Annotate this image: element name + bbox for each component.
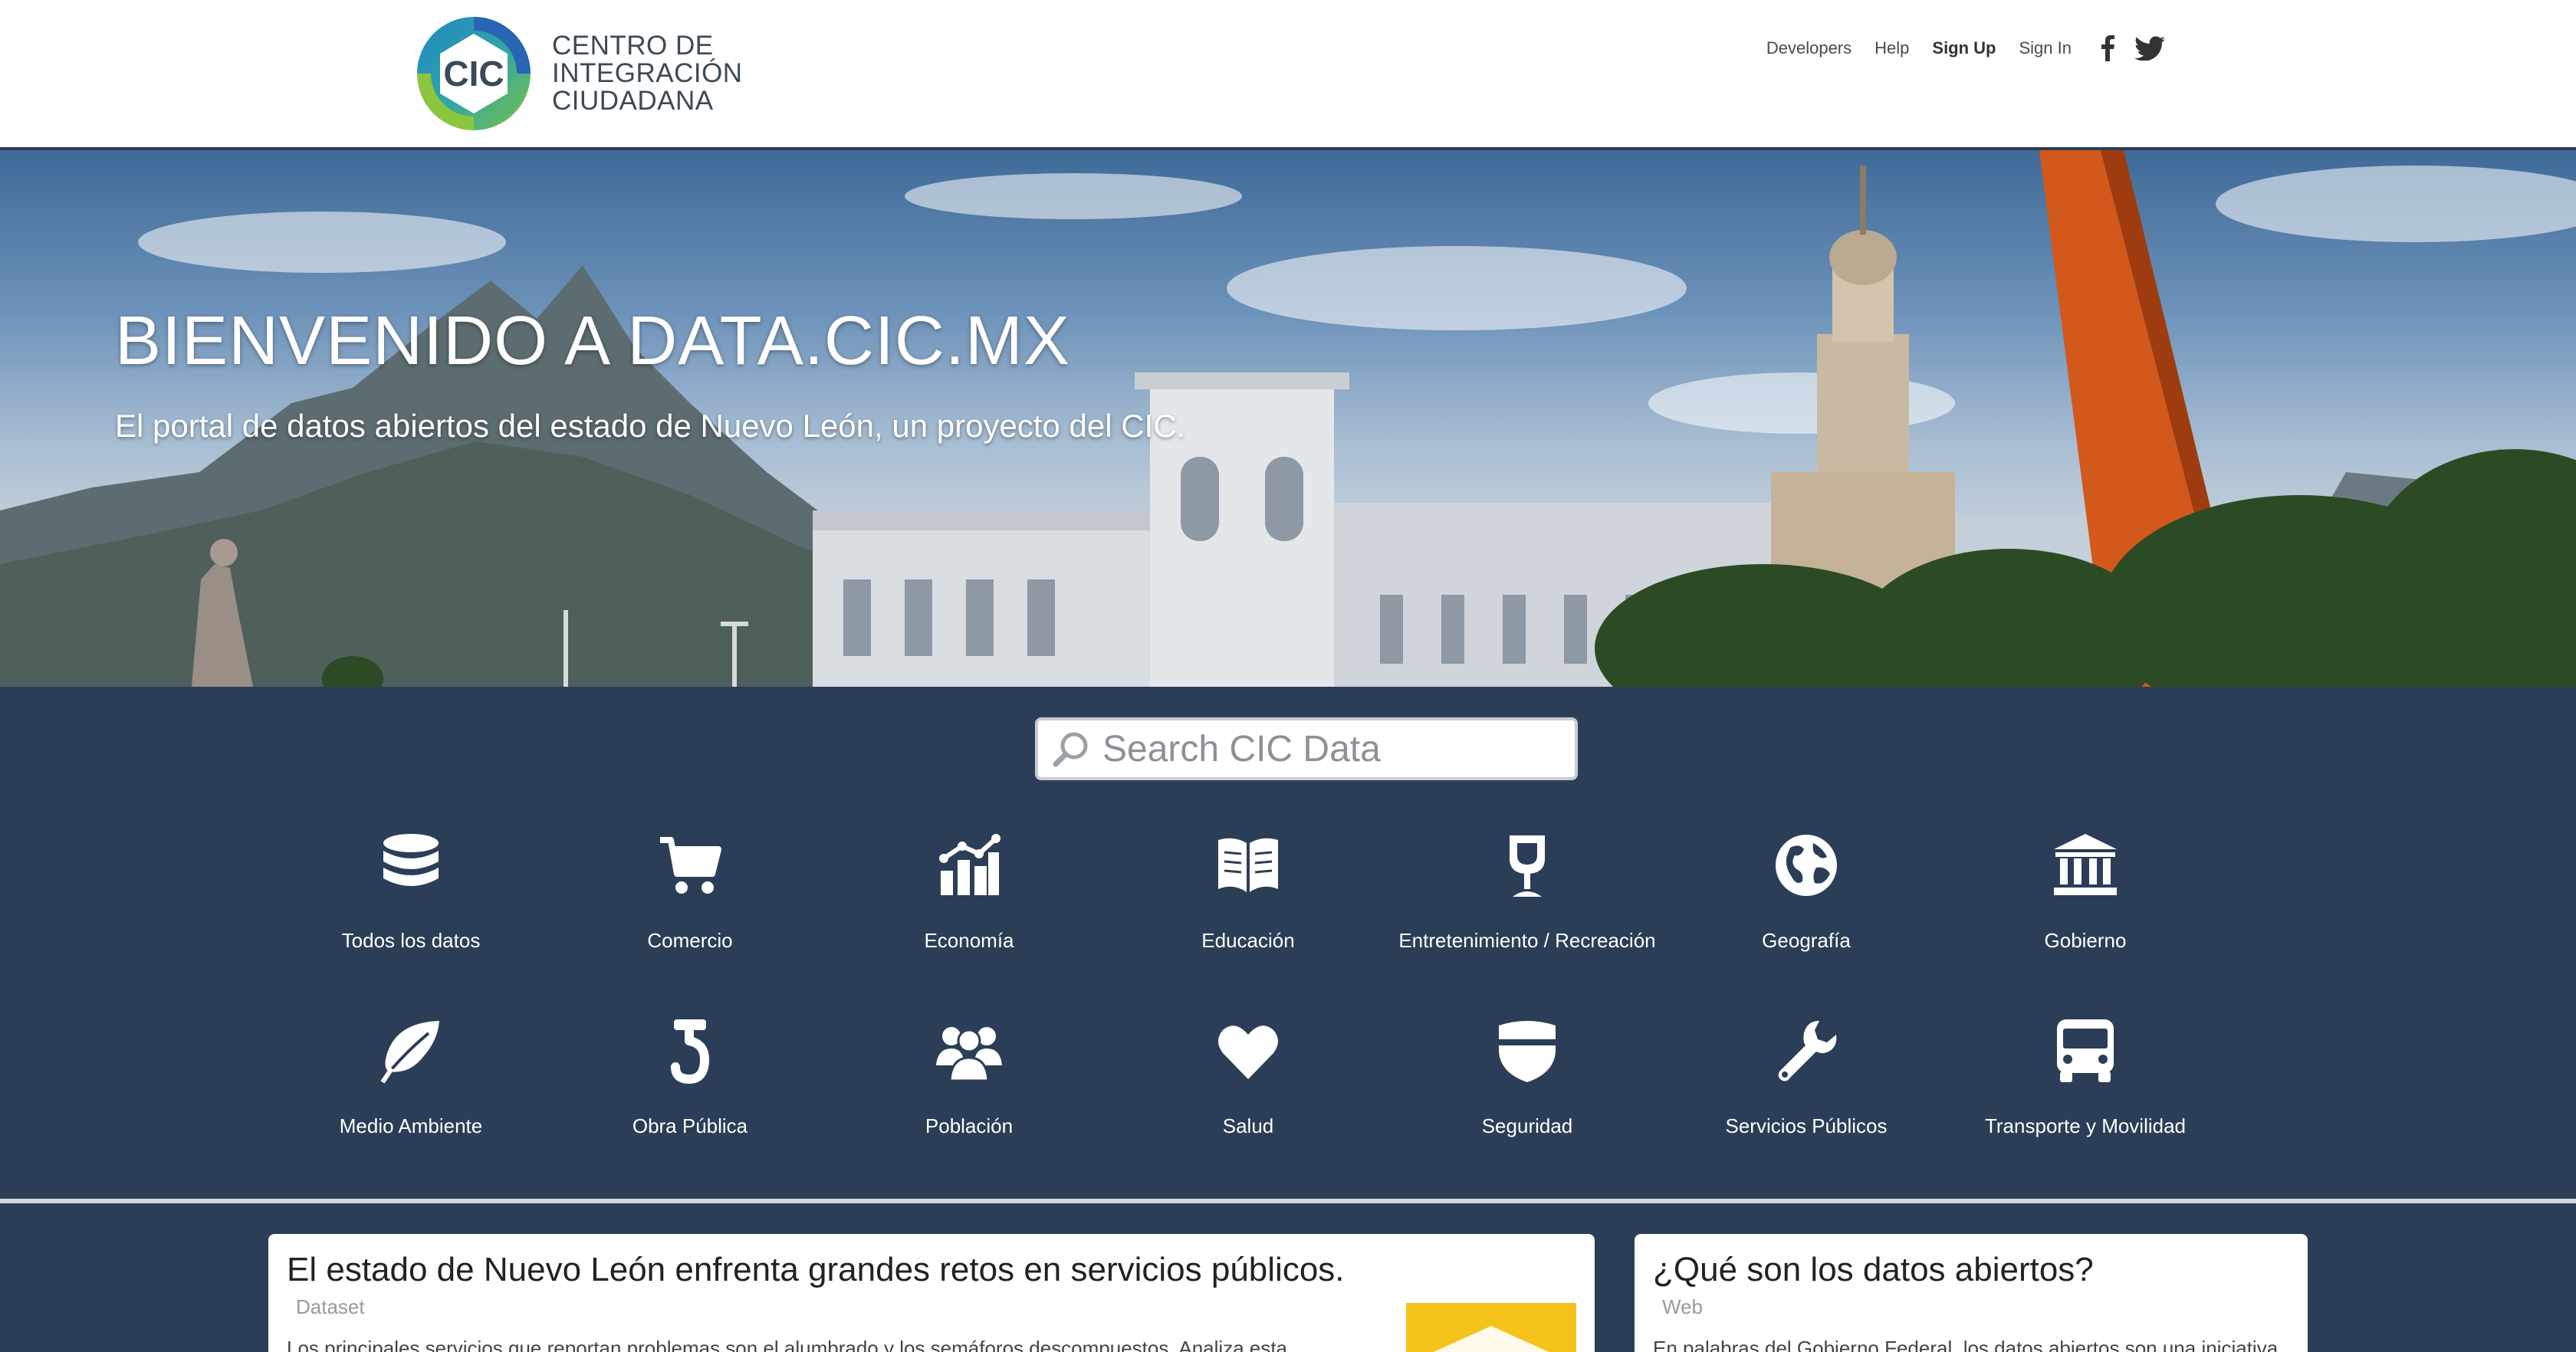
- logo-line-2: INTEGRACIÓN: [552, 58, 743, 88]
- hero-subtitle: El portal de datos abiertos del estado d…: [115, 408, 1186, 444]
- growth-chart-icon: [939, 834, 1001, 895]
- section-divider: [0, 1199, 2576, 1203]
- shopping-cart-icon: [660, 837, 721, 894]
- open-data-card[interactable]: ¿Qué son los datos abiertos? Web En pala…: [1635, 1234, 2308, 1352]
- category-poblacion[interactable]: Población: [830, 1018, 1109, 1138]
- hero-title: BIENVENIDO A DATA.CIC.MX: [115, 303, 1070, 379]
- logo-line-1: CENTRO DE: [552, 31, 714, 61]
- category-todos-los-datos[interactable]: Todos los datos: [271, 832, 550, 953]
- facebook-icon[interactable]: [2101, 35, 2114, 61]
- card-title[interactable]: El estado de Nuevo León enfrenta grandes…: [287, 1251, 1345, 1289]
- signin-link[interactable]: Sign In: [2019, 38, 2072, 58]
- category-entretenimiento[interactable]: Entretenimiento / Recreación: [1388, 832, 1667, 953]
- search-box[interactable]: [1035, 717, 1578, 780]
- category-gobierno[interactable]: Gobierno: [1946, 832, 2225, 953]
- developers-link[interactable]: Developers: [1766, 38, 1852, 58]
- category-label: Entretenimiento / Recreación: [1398, 929, 1656, 952]
- category-label: Servicios Públicos: [1725, 1114, 1888, 1137]
- category-salud[interactable]: Salud: [1109, 1018, 1388, 1138]
- help-link[interactable]: Help: [1875, 38, 1909, 58]
- category-label: Medio Ambiente: [339, 1114, 483, 1137]
- site-header: CIC CENTRO DE INTEGRACIÓN CIUDADANA Deve…: [0, 0, 2576, 149]
- logo-text: CENTRO DE INTEGRACIÓN CIUDADANA: [552, 32, 743, 115]
- category-economia[interactable]: Economía: [830, 832, 1109, 953]
- card-type-label: Dataset: [296, 1295, 365, 1318]
- globe-icon: [1776, 835, 1837, 896]
- category-geografia[interactable]: Geografía: [1667, 832, 1946, 953]
- wrench-icon: [1778, 1021, 1837, 1081]
- people-icon: [936, 1027, 1002, 1082]
- crane-hook-icon: [671, 1019, 710, 1084]
- svg-text:CIC: CIC: [443, 54, 504, 94]
- category-label: Obra Pública: [632, 1114, 748, 1137]
- category-label: Economía: [924, 929, 1014, 952]
- leaf-icon: [380, 1021, 439, 1084]
- category-educacion[interactable]: Educación: [1109, 832, 1388, 953]
- category-label: Geografía: [1762, 929, 1851, 952]
- card-type-label: Web: [1662, 1295, 1703, 1318]
- category-medio-ambiente[interactable]: Medio Ambiente: [271, 1018, 550, 1138]
- category-label: Seguridad: [1481, 1114, 1573, 1137]
- card-title[interactable]: ¿Qué son los datos abiertos?: [1653, 1251, 2094, 1289]
- category-label: Todos los datos: [341, 929, 481, 952]
- wine-glass-icon: [1510, 835, 1545, 897]
- search-icon: [1053, 732, 1088, 767]
- signup-link[interactable]: Sign Up: [1932, 38, 1996, 58]
- category-label: Transporte y Movilidad: [1984, 1114, 2187, 1137]
- logo-line-3: CIUDADANA: [552, 86, 714, 116]
- twitter-icon[interactable]: [2134, 36, 2165, 61]
- card-excerpt: En palabras del Gobierno Federal, los da…: [1653, 1337, 2279, 1352]
- heart-icon: [1218, 1025, 1278, 1079]
- hero-banner: BIENVENIDO A DATA.CIC.MX El portal de da…: [0, 150, 2576, 687]
- category-label: Gobierno: [2044, 929, 2127, 952]
- category-label: Educación: [1201, 929, 1295, 952]
- category-transporte[interactable]: Transporte y Movilidad: [1946, 1018, 2225, 1138]
- government-building-icon: [2054, 834, 2117, 895]
- book-icon: [1218, 838, 1278, 892]
- search-input[interactable]: [1102, 727, 1562, 770]
- category-comercio[interactable]: Comercio: [550, 832, 830, 953]
- database-icon: [383, 834, 439, 886]
- category-label: Salud: [1222, 1114, 1274, 1137]
- category-seguridad[interactable]: Seguridad: [1388, 1018, 1667, 1138]
- category-label: Comercio: [647, 929, 733, 952]
- cic-logo-icon: CIC: [417, 17, 531, 130]
- categories-panel: Todos los datos Comercio Economía: [0, 687, 2576, 1199]
- bus-icon: [2057, 1019, 2114, 1082]
- card-thumbnail[interactable]: [1406, 1303, 1576, 1352]
- featured-card[interactable]: El estado de Nuevo León enfrenta grandes…: [268, 1234, 1595, 1352]
- shield-icon: [1499, 1021, 1556, 1082]
- top-navigation: Developers Help Sign Up Sign In: [1743, 35, 2165, 61]
- cic-logo[interactable]: CIC CENTRO DE INTEGRACIÓN CIUDADANA: [411, 11, 743, 136]
- category-label: Población: [925, 1114, 1014, 1137]
- category-obra-publica[interactable]: Obra Pública: [550, 1018, 830, 1138]
- category-servicios-publicos[interactable]: Servicios Públicos: [1667, 1018, 1946, 1138]
- card-excerpt: Los principales servicios que reportan p…: [287, 1337, 1288, 1352]
